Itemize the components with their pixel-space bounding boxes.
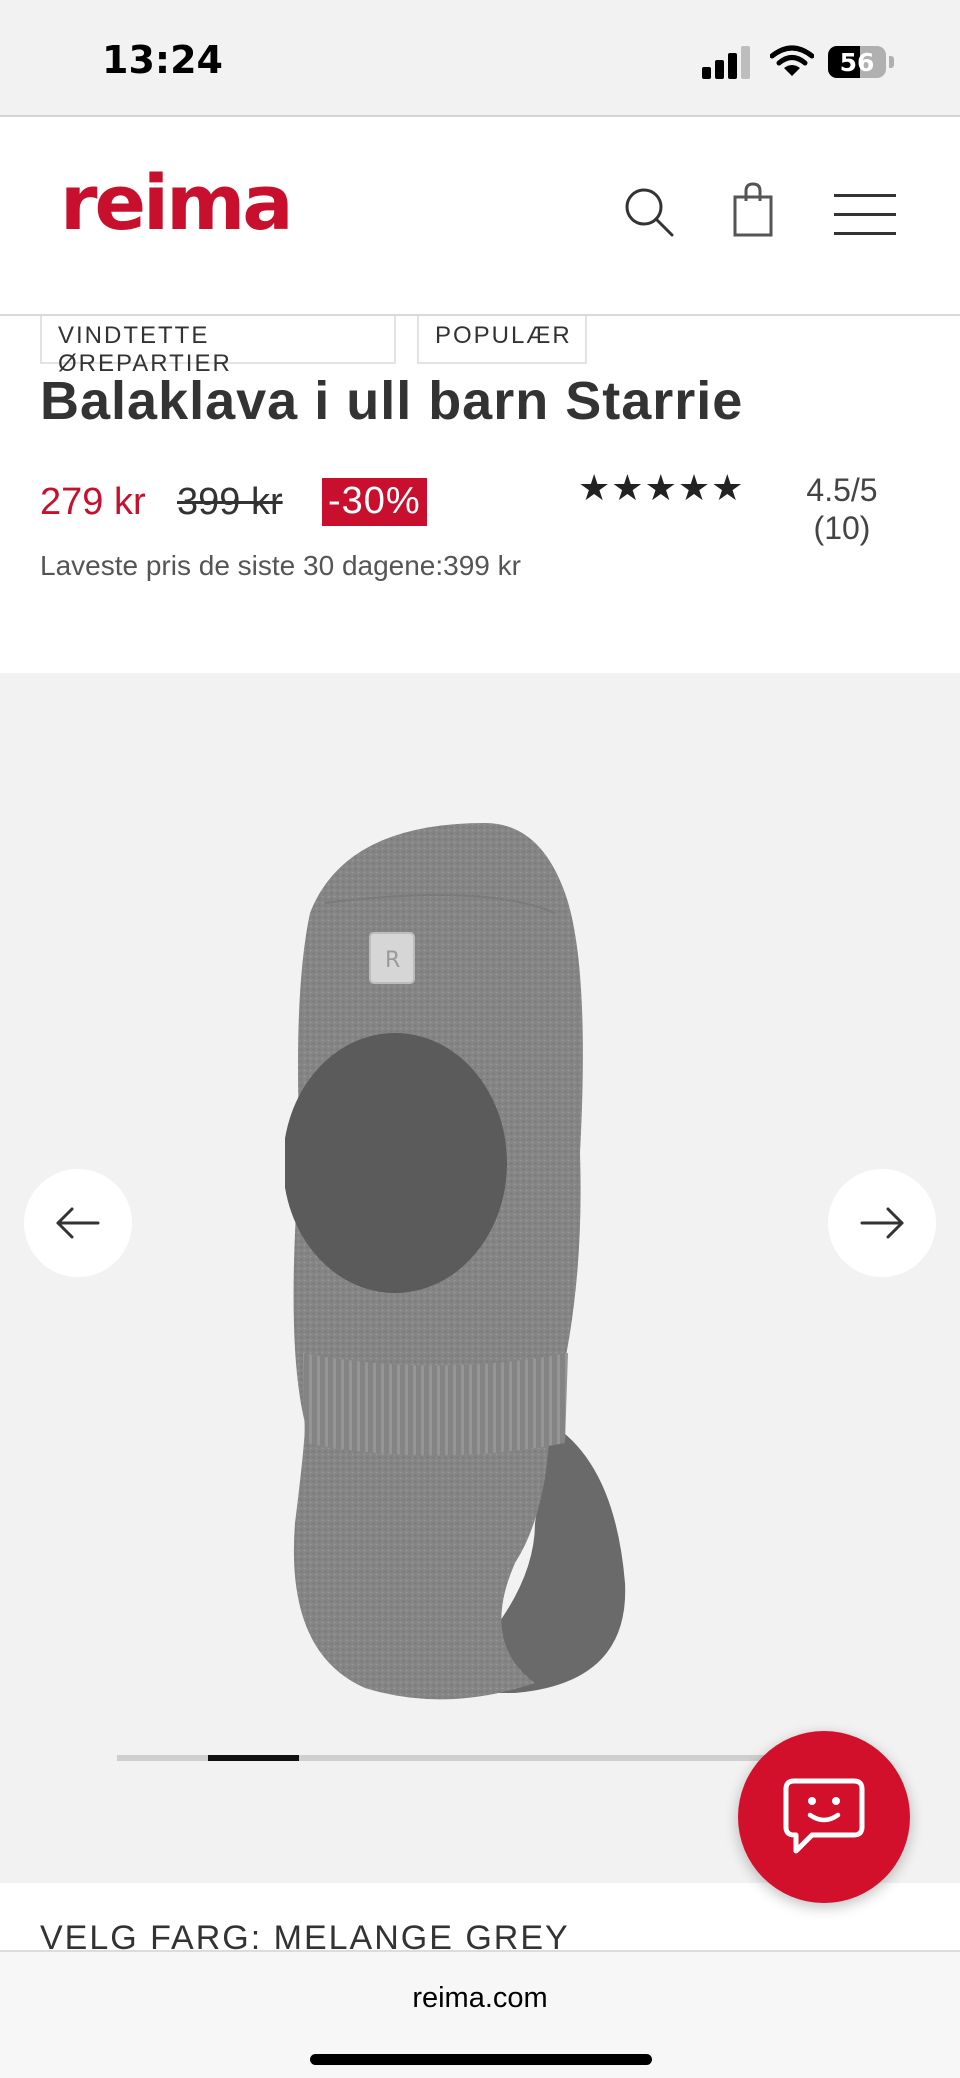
hamburger-menu-icon-line: [834, 232, 896, 235]
battery-level: 56: [839, 48, 875, 77]
arrow-left-icon: [56, 1207, 100, 1239]
rating-count[interactable]: (10): [800, 510, 884, 547]
home-indicator[interactable]: [310, 2054, 652, 2065]
url-text[interactable]: reima.com: [0, 1982, 960, 2015]
lowest-price-note: Laveste pris de siste 30 dagene:399 kr: [40, 550, 521, 581]
cellular-signal-icon: [702, 45, 752, 79]
star-icon: ★: [711, 467, 744, 508]
star-icon: ★: [677, 467, 711, 508]
gallery-progress-indicator: [207, 1755, 299, 1761]
reima-logo[interactable]: reima: [60, 165, 294, 241]
hamburger-menu-icon-line: [834, 194, 896, 197]
gallery-prev-button[interactable]: [24, 1169, 132, 1277]
original-price: 399 kr: [177, 481, 283, 523]
current-price: 279 kr: [40, 481, 146, 523]
svg-text:R: R: [385, 948, 400, 973]
arrow-right-icon: [860, 1207, 904, 1239]
cart-button[interactable]: [732, 181, 782, 241]
battery-icon: 56: [828, 46, 886, 78]
product-image-balaclava: R: [285, 823, 626, 1700]
browser-address-bar[interactable]: reima.com: [0, 1950, 960, 2078]
status-time: 13:24: [102, 38, 223, 82]
rating-score[interactable]: 4.5/5: [800, 472, 884, 509]
gallery-progress-track[interactable]: [117, 1755, 843, 1761]
search-icon: [625, 188, 674, 237]
star-icon: ★: [644, 467, 677, 508]
product-gallery[interactable]: R: [0, 673, 960, 1883]
site-header: reima: [0, 119, 960, 316]
product-tag: POPULÆR: [417, 316, 587, 364]
status-bar: 13:24 56: [0, 0, 960, 117]
discount-badge: -30%: [322, 478, 427, 526]
shopping-bag-icon: [733, 182, 773, 237]
star-icon: ★: [611, 467, 644, 508]
wifi-icon: [769, 44, 815, 78]
product-tag: VINDTETTE ØREPARTIER: [40, 316, 396, 377]
chat-button[interactable]: [738, 1731, 910, 1903]
gallery-next-button[interactable]: [828, 1169, 936, 1277]
product-title: Balaklava i ull barn Starrie: [40, 371, 744, 431]
star-icon: ★: [578, 467, 611, 508]
chat-smile-icon: [783, 1778, 865, 1854]
rating-stars[interactable]: ★ ★ ★ ★ ★: [578, 470, 762, 506]
hamburger-menu-button[interactable]: [834, 191, 898, 237]
battery-tip: [889, 56, 894, 68]
search-button[interactable]: [622, 185, 678, 241]
hamburger-menu-icon-line: [834, 213, 896, 216]
